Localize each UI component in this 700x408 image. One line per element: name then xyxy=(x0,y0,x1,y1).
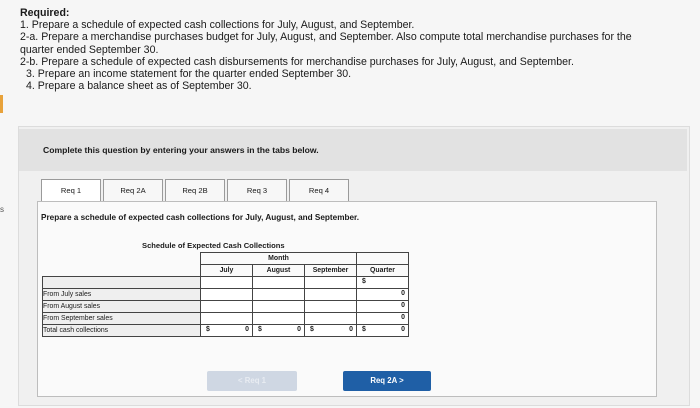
prev-button[interactable]: < Req 1 xyxy=(207,371,297,391)
total-quarter: $0 xyxy=(356,324,409,337)
input-cell[interactable] xyxy=(304,276,357,289)
requirement-2b: 2-b. Prepare a schedule of expected cash… xyxy=(20,55,574,68)
total-september: $0 xyxy=(304,324,357,337)
tab-req-3[interactable]: Req 3 xyxy=(227,179,287,201)
quarter-cell: 0 xyxy=(356,300,409,313)
total-august: $0 xyxy=(252,324,305,337)
column-july: July xyxy=(200,264,253,277)
input-cell[interactable] xyxy=(200,288,253,301)
requirement-2a-cont: quarter ended September 30. xyxy=(20,43,159,56)
requirement-4: 4. Prepare a balance sheet as of Septemb… xyxy=(26,80,252,93)
schedule-title: Schedule of Expected Cash Collections xyxy=(142,241,285,250)
header-row-columns: July August September Quarter xyxy=(43,264,409,277)
table-row: From July sales 0 xyxy=(42,288,409,301)
row-label: From August sales xyxy=(42,300,201,313)
quarter-cell: 0 xyxy=(356,288,409,301)
left-edge-mark: s xyxy=(0,205,4,214)
cash-collections-table: Month July August September Quarter $ Fr… xyxy=(42,252,409,337)
input-cell[interactable] xyxy=(200,300,253,313)
tab-req-2b[interactable]: Req 2B xyxy=(165,179,225,201)
input-cell[interactable] xyxy=(252,312,305,325)
left-accent-bar xyxy=(0,95,3,113)
requirement-2a: 2-a. Prepare a merchandise purchases bud… xyxy=(20,31,632,44)
tab-prompt: Prepare a schedule of expected cash coll… xyxy=(41,213,360,222)
input-cell[interactable] xyxy=(304,312,357,325)
table-row: From August sales 0 xyxy=(42,300,409,313)
input-cell[interactable] xyxy=(200,312,253,325)
tab-bar: Req 1 Req 2A Req 2B Req 3 Req 4 xyxy=(41,179,351,201)
requirement-1: 1. Prepare a schedule of expected cash c… xyxy=(20,19,415,32)
input-cell[interactable] xyxy=(200,276,253,289)
input-cell[interactable] xyxy=(252,276,305,289)
question-panel: Complete this question by entering your … xyxy=(18,126,690,406)
quarter-cell: 0 xyxy=(356,312,409,325)
next-button[interactable]: Req 2A > xyxy=(343,371,431,391)
column-quarter: Quarter xyxy=(356,264,409,277)
input-cell[interactable] xyxy=(304,288,357,301)
column-september: September xyxy=(304,264,357,277)
row-label: From July sales xyxy=(42,288,201,301)
tab-req-4[interactable]: Req 4 xyxy=(289,179,349,201)
row-label: From September sales xyxy=(42,312,201,325)
row-label: Total cash collections xyxy=(42,324,201,337)
input-cell[interactable] xyxy=(304,300,357,313)
header-row-month: Month xyxy=(43,252,409,265)
input-cell[interactable] xyxy=(252,300,305,313)
month-header: Month xyxy=(200,252,357,265)
tab-req-2a[interactable]: Req 2A xyxy=(103,179,163,201)
requirements-block: Required: 1. Prepare a schedule of expec… xyxy=(20,7,690,92)
quarter-cell: $ xyxy=(356,276,409,289)
table-row: From September sales 0 xyxy=(42,312,409,325)
instruction-banner: Complete this question by entering your … xyxy=(19,129,687,171)
tab-req-1[interactable]: Req 1 xyxy=(41,179,101,201)
input-cell[interactable] xyxy=(252,288,305,301)
total-july: $0 xyxy=(200,324,253,337)
quarter-header-blank xyxy=(356,252,409,265)
requirement-3: 3. Prepare an income statement for the q… xyxy=(26,68,352,81)
spacer-row-1: $ xyxy=(42,276,409,289)
column-august: August xyxy=(252,264,305,277)
requirements-title: Required: xyxy=(20,7,70,19)
table-row-total: Total cash collections $0 $0 $0 $0 xyxy=(42,324,409,337)
